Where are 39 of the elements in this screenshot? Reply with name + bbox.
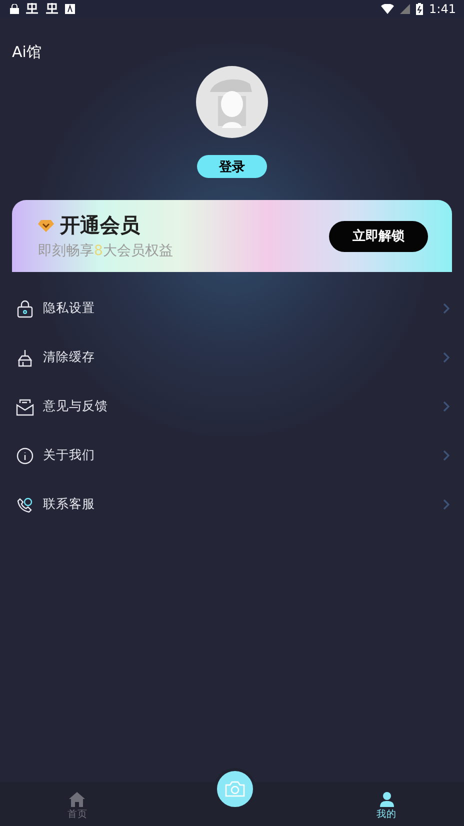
battery-icon bbox=[416, 3, 424, 15]
menu-item[interactable]: 清除缓存 bbox=[0, 333, 464, 382]
chevron-right-icon bbox=[443, 303, 450, 314]
person-icon bbox=[380, 792, 394, 806]
info-icon bbox=[16, 446, 34, 464]
home-icon bbox=[69, 792, 86, 806]
no-signal-icon bbox=[400, 4, 410, 14]
unlock-button[interactable]: 立即解锁 bbox=[329, 220, 428, 252]
menu-item[interactable]: 隐私设置 bbox=[0, 284, 464, 333]
menu-label: 清除缓存 bbox=[43, 349, 96, 366]
notification-icon bbox=[45, 3, 59, 15]
diamond-icon bbox=[38, 220, 54, 232]
clock-time: 1:41 bbox=[429, 2, 456, 16]
app-title: Ai馆 bbox=[11, 42, 42, 63]
menu-label: 意见与反馈 bbox=[43, 398, 109, 415]
chevron-right-icon bbox=[443, 401, 450, 412]
menu-label: 联系客服 bbox=[43, 496, 96, 513]
vip-subtitle: 即刻畅享8大会员权益 bbox=[38, 242, 173, 260]
phone-icon bbox=[16, 496, 34, 514]
lock-icon bbox=[16, 300, 34, 318]
lock-icon bbox=[10, 4, 19, 14]
notification-icon bbox=[25, 3, 39, 15]
broom-icon bbox=[16, 348, 34, 366]
wifi-icon bbox=[381, 4, 394, 14]
menu-item[interactable]: 联系客服 bbox=[0, 480, 464, 529]
chevron-right-icon bbox=[443, 450, 450, 461]
menu-label: 隐私设置 bbox=[43, 300, 96, 317]
envelope-icon bbox=[16, 398, 34, 416]
camera-icon bbox=[225, 781, 245, 797]
menu-item[interactable]: 关于我们 bbox=[0, 431, 464, 480]
menu-label: 关于我们 bbox=[43, 447, 96, 464]
menu-item[interactable]: 意见与反馈 bbox=[0, 382, 464, 431]
app-icon bbox=[65, 4, 75, 14]
avatar-silhouette bbox=[196, 66, 268, 138]
chevron-right-icon bbox=[443, 499, 450, 510]
chevron-right-icon bbox=[443, 352, 450, 363]
vip-title: 开通会员 bbox=[60, 212, 140, 239]
login-button[interactable]: 登录 bbox=[197, 155, 267, 178]
nav-tab[interactable]: 我的 bbox=[309, 782, 464, 826]
